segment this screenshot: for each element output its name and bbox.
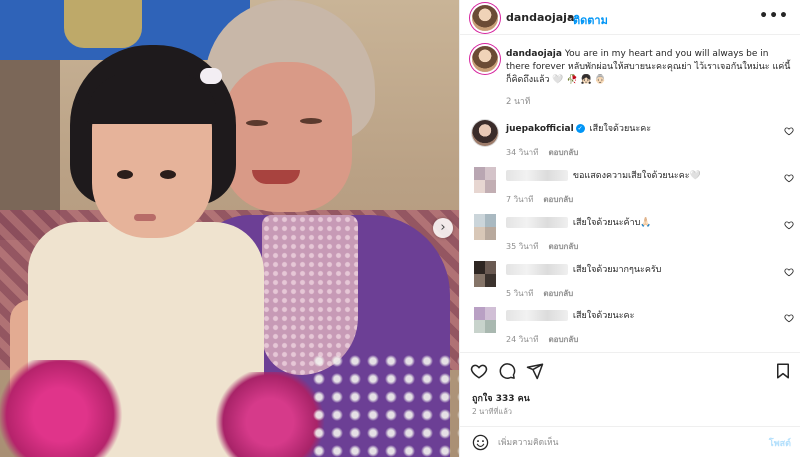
comment-username[interactable]: juepakofficial: [506, 124, 574, 134]
comment-text: ขอแสดงความเสียใจด้วยนะคะ🤍: [572, 171, 701, 181]
reply-button[interactable]: ตอบกลับ: [548, 242, 578, 251]
post-side-panel: dandaojaja • ติดตาม ••• dandaojaja You a…: [459, 0, 800, 457]
comment-body: juepakofficial ✓ เสียใจด้วยนะคะ: [506, 123, 776, 135]
post-comment-button[interactable]: โพสต์: [769, 436, 791, 450]
comment-item: เสียใจด้วยนะค้าบ🙏🏻 35 วินาที ตอบกลับ: [460, 212, 800, 256]
comment-text: เสียใจด้วยนะคะ: [589, 124, 652, 134]
reply-button[interactable]: ตอบกลับ: [543, 195, 573, 204]
comment-body: เสียใจด้วยมากๆนะครับ: [506, 264, 776, 276]
girl-eye: [117, 170, 133, 179]
comment-item: เสียใจด้วยมากๆนะครับ 5 วินาที ตอบกลับ: [460, 259, 800, 303]
bookmark-icon[interactable]: [774, 362, 792, 380]
avatar[interactable]: [472, 120, 498, 146]
blurred-username: [506, 217, 568, 228]
like-comment-heart-icon[interactable]: [784, 173, 794, 183]
comment-body: ขอแสดงความเสียใจด้วยนะคะ🤍: [506, 170, 776, 182]
add-comment-input[interactable]: [498, 435, 748, 450]
caption-text: dandaojaja You are in my heart and you w…: [506, 48, 791, 87]
comment-item: juepakofficial ✓ เสียใจด้วยนะคะ 34 วินาที…: [460, 118, 800, 162]
comment-body: เสียใจด้วยนะค้าบ🙏🏻: [506, 217, 776, 229]
header-username[interactable]: dandaojaja: [506, 11, 574, 24]
comment-text: เสียใจด้วยนะคะ: [572, 311, 635, 321]
like-heart-icon[interactable]: [470, 362, 488, 380]
comment-meta: 24 วินาที ตอบกลับ: [506, 333, 578, 346]
like-count[interactable]: ถูกใจ 333 คน: [472, 391, 530, 405]
caption-username[interactable]: dandaojaja: [506, 49, 562, 59]
post-header: dandaojaja • ติดตาม •••: [460, 0, 800, 35]
posted-time[interactable]: 2 นาทีที่แล้ว: [472, 406, 512, 418]
comment-body: เสียใจด้วยนะคะ: [506, 310, 776, 322]
more-options-icon[interactable]: •••: [759, 8, 789, 24]
comment-meta: 5 วินาที ตอบกลับ: [506, 287, 573, 300]
girl-bangs: [86, 72, 218, 124]
avatar[interactable]: [472, 46, 498, 72]
comment-time[interactable]: 7 วินาที: [506, 195, 533, 204]
grandmother-eye: [300, 118, 322, 124]
share-send-icon[interactable]: [526, 362, 544, 380]
post-actions: ถูกใจ 333 คน 2 นาทีที่แล้ว: [460, 352, 800, 426]
like-comment-heart-icon[interactable]: [784, 220, 794, 230]
like-comment-heart-icon[interactable]: [784, 126, 794, 136]
comment-time[interactable]: 5 วินาที: [506, 289, 533, 298]
post-caption: dandaojaja You are in my heart and you w…: [460, 36, 800, 108]
emoji-smile-icon[interactable]: [472, 434, 489, 451]
comment-meta: 7 วินาที ตอบกลับ: [506, 193, 573, 206]
avatar[interactable]: [472, 5, 498, 31]
reply-button[interactable]: ตอบกลับ: [548, 148, 578, 157]
grandmother-eye: [246, 120, 268, 126]
comment-item: เสียใจด้วยนะคะ 24 วินาที ตอบกลับ: [460, 305, 800, 349]
avatar[interactable]: [474, 167, 496, 193]
comment-time[interactable]: 24 วินาที: [506, 335, 538, 344]
flower: [0, 360, 130, 457]
blurred-username: [506, 264, 568, 275]
follow-button[interactable]: ติดตาม: [573, 11, 608, 29]
comment-time[interactable]: 34 วินาที: [506, 148, 538, 157]
comment-meta: 34 วินาที ตอบกลับ: [506, 146, 578, 159]
reply-button[interactable]: ตอบกลับ: [548, 335, 578, 344]
avatar[interactable]: [474, 307, 496, 333]
comment-meta: 35 วินาที ตอบกลับ: [506, 240, 578, 253]
girl-hair-bow: [200, 68, 222, 84]
blurred-username: [506, 310, 568, 321]
post-photo[interactable]: ›: [0, 0, 459, 457]
like-comment-heart-icon[interactable]: [784, 313, 794, 323]
blurred-username: [506, 170, 568, 181]
girl-eye: [160, 170, 176, 179]
comment-time[interactable]: 35 วินาที: [506, 242, 538, 251]
caption-timestamp[interactable]: 2 นาที: [506, 94, 530, 108]
reply-button[interactable]: ตอบกลับ: [543, 289, 573, 298]
grandmother-lace: [262, 215, 358, 375]
comment-bubble-icon[interactable]: [498, 362, 516, 380]
comment-item: ขอแสดงความเสียใจด้วยนะคะ🤍 7 วินาที ตอบกลั…: [460, 165, 800, 209]
avatar[interactable]: [474, 261, 496, 287]
comment-composer: โพสต์: [460, 426, 800, 457]
chevron-right-icon[interactable]: ›: [433, 218, 453, 238]
flower-white: [310, 352, 459, 457]
girl-mouth: [134, 214, 156, 221]
comment-text: เสียใจด้วยมากๆนะครับ: [572, 265, 662, 275]
grandmother-smile: [252, 170, 300, 184]
comment-text: เสียใจด้วยนะค้าบ🙏🏻: [572, 218, 652, 228]
verified-badge-icon: ✓: [575, 124, 585, 133]
avatar[interactable]: [474, 214, 496, 240]
grandmother-face: [222, 62, 352, 212]
like-comment-heart-icon[interactable]: [784, 267, 794, 277]
